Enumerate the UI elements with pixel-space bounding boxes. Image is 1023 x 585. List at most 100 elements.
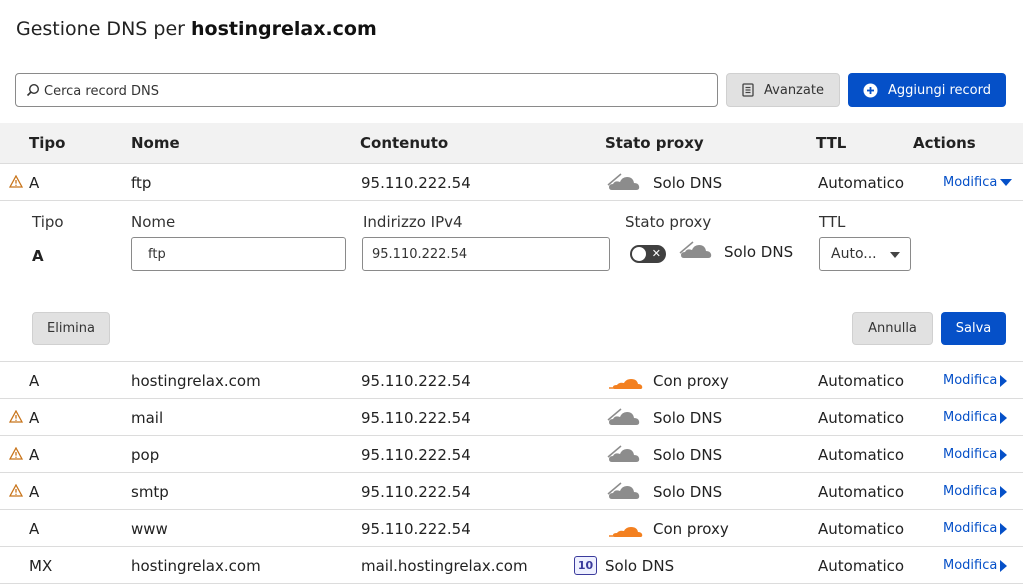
advanced-button-label: Avanzate (764, 82, 824, 98)
record-proxy-status: Con proxy (653, 372, 729, 390)
record-ttl: Automatico (818, 557, 905, 575)
editor-type-label: Tipo (32, 213, 64, 231)
table-row[interactable]: MX hostingrelax.com mail.hostingrelax.co… (0, 547, 1023, 584)
priority-badge: 10 (574, 556, 597, 575)
chevron-right-icon (1000, 559, 1008, 572)
edit-link-label: Modifica (943, 521, 998, 536)
record-name: ftp (131, 174, 152, 192)
record-name: smtp (131, 483, 169, 501)
table-row[interactable]: A smtp 95.110.222.54 Solo DNS Automatico… (0, 473, 1023, 510)
record-ttl: Automatico (818, 520, 905, 538)
column-header-ttl[interactable]: TTL (816, 134, 846, 152)
record-proxy-status: Solo DNS (605, 557, 675, 575)
record-type: A (29, 520, 40, 538)
advanced-button[interactable]: Avanzate (726, 73, 840, 107)
search-input[interactable] (44, 80, 704, 102)
record-ttl: Automatico (818, 174, 905, 192)
plus-circle-icon (863, 83, 878, 97)
record-content: 95.110.222.54 (361, 483, 471, 501)
record-type: A (29, 483, 40, 501)
cloud-grey-icon (607, 406, 640, 425)
editor-proxy-label: Stato proxy (625, 213, 712, 231)
chevron-right-icon (1000, 522, 1008, 535)
record-ttl: Automatico (818, 483, 905, 501)
warning-icon (9, 484, 23, 497)
page-title-domain: hostingrelax.com (191, 18, 377, 40)
edit-link-label: Modifica (943, 373, 998, 388)
page-title: Gestione DNS per hostingrelax.com (16, 18, 377, 40)
edit-link[interactable]: Modifica (943, 410, 1008, 425)
add-record-button[interactable]: Aggiungi record (848, 73, 1006, 107)
edit-link-label: Modifica (943, 447, 998, 462)
table-row[interactable]: A hostingrelax.com 95.110.222.54 Con pro… (0, 362, 1023, 399)
cloud-grey-icon (607, 480, 640, 499)
record-name: pop (131, 446, 160, 464)
delete-button[interactable]: Elimina (32, 312, 110, 345)
edit-link[interactable]: Modifica (943, 373, 1008, 388)
chevron-right-icon (1000, 485, 1008, 498)
table-row[interactable]: A www 95.110.222.54 Con proxy Automatico… (0, 510, 1023, 547)
search-icon (26, 83, 40, 97)
cancel-button[interactable]: Annulla (852, 312, 933, 345)
warning-icon (9, 175, 23, 188)
cloud-orange-icon (609, 527, 643, 537)
record-content: 95.110.222.54 (361, 174, 471, 192)
page-title-prefix: Gestione DNS per (16, 18, 185, 40)
edit-link[interactable]: Modifica (943, 484, 1008, 499)
column-header-content[interactable]: Contenuto (360, 134, 448, 152)
edit-link-label: Modifica (943, 484, 998, 499)
column-header-proxy[interactable]: Stato proxy (605, 134, 704, 152)
record-editor: Tipo A Nome Indirizzo IPv4 Stato proxy ✕… (0, 201, 1023, 362)
record-content: mail.hostingrelax.com (361, 557, 528, 575)
record-proxy-status: Solo DNS (653, 483, 723, 501)
ttl-select[interactable]: Auto... (819, 237, 911, 271)
record-ttl: Automatico (818, 446, 905, 464)
record-name: www (131, 520, 168, 538)
document-icon (742, 83, 754, 97)
add-record-button-label: Aggiungi record (887, 82, 991, 98)
ttl-select-value: Auto... (831, 246, 877, 262)
record-type: MX (29, 557, 53, 575)
record-ttl: Automatico (818, 409, 905, 427)
editor-ttl-label: TTL (819, 213, 846, 231)
close-icon: ✕ (651, 247, 661, 260)
edit-link[interactable]: Modifica (943, 558, 1008, 573)
warning-icon (9, 410, 23, 423)
edit-link[interactable]: Modifica (943, 447, 1008, 462)
table-row[interactable]: A mail 95.110.222.54 Solo DNS Automatico… (0, 399, 1023, 436)
edit-link[interactable]: Modifica (943, 175, 1013, 190)
warning-icon (9, 447, 23, 460)
editor-ipv4-input[interactable] (362, 237, 610, 271)
editor-proxy-value: Solo DNS (724, 243, 794, 261)
editor-name-label: Nome (131, 213, 176, 231)
chevron-right-icon (1000, 411, 1008, 424)
record-name: hostingrelax.com (131, 372, 261, 390)
proxy-toggle-knob (632, 247, 646, 261)
chevron-down-icon (890, 252, 900, 258)
record-content: 95.110.222.54 (361, 446, 471, 464)
record-content: 95.110.222.54 (361, 520, 471, 538)
chevron-right-icon (1000, 374, 1008, 387)
column-header-type[interactable]: Tipo (29, 134, 65, 152)
record-content: 95.110.222.54 (361, 409, 471, 427)
record-type: A (29, 409, 40, 427)
cloud-orange-icon (609, 379, 643, 389)
cloud-grey-icon (607, 171, 640, 190)
search-box[interactable] (15, 73, 718, 107)
table-row[interactable]: A ftp 95.110.222.54 Solo DNS Automatico … (0, 164, 1023, 201)
record-type: A (29, 372, 40, 390)
cloud-grey-icon (679, 239, 712, 258)
proxy-toggle[interactable]: ✕ (630, 245, 666, 263)
column-header-name[interactable]: Nome (131, 134, 180, 152)
record-proxy-status: Solo DNS (653, 409, 723, 427)
edit-link-label: Modifica (943, 410, 998, 425)
cloud-grey-icon (607, 443, 640, 462)
table-row[interactable]: A pop 95.110.222.54 Solo DNS Automatico … (0, 436, 1023, 473)
edit-link[interactable]: Modifica (943, 521, 1008, 536)
save-button[interactable]: Salva (941, 312, 1006, 345)
editor-name-input[interactable] (131, 237, 346, 271)
edit-link-label: Modifica (943, 558, 998, 573)
record-name: mail (131, 409, 164, 427)
record-content: 95.110.222.54 (361, 372, 471, 390)
record-proxy-status: Con proxy (653, 520, 729, 538)
